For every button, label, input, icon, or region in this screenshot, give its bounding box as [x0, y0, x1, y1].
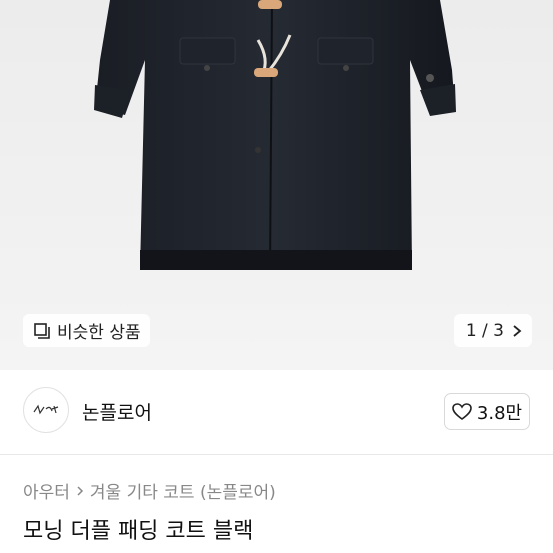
breadcrumb-item-category[interactable]: 아우터 [23, 478, 70, 503]
product-image[interactable]: 비슷한 상품 1 / 3 [0, 0, 553, 370]
similar-products-label: 비슷한 상품 [57, 323, 141, 343]
like-count: 3.8만 [476, 402, 523, 424]
pager-text: 1 / 3 [465, 320, 504, 341]
seller-logo [33, 404, 59, 415]
similar-products-button[interactable]: 비슷한 상품 [23, 314, 150, 347]
breadcrumb-item-subcategory[interactable]: 겨울 기타 코트 (논플로어) [90, 478, 276, 503]
product-title: 모닝 더플 패딩 코트 블랙 [23, 519, 254, 544]
seller-name[interactable]: 논플로어 [82, 398, 152, 425]
like-button[interactable]: 3.8만 [444, 393, 530, 430]
image-pager[interactable]: 1 / 3 [453, 314, 532, 347]
chevron-right-icon [513, 324, 522, 337]
seller-avatar[interactable] [23, 387, 69, 433]
chevron-right-icon [77, 485, 83, 496]
breadcrumb: 아우터 겨울 기타 코트 (논플로어) [23, 478, 276, 503]
heart-icon [452, 402, 472, 420]
similar-icon [34, 322, 50, 339]
